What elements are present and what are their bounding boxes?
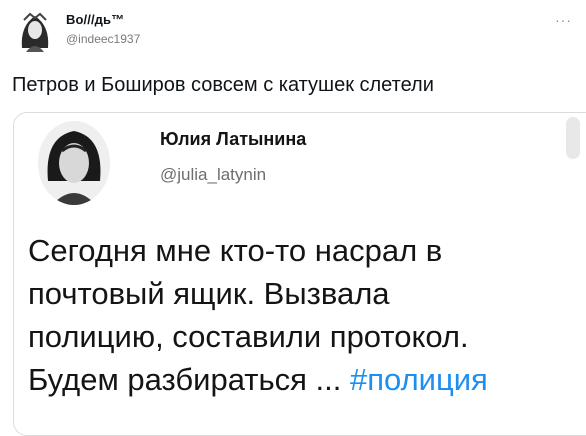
- quoted-text: Сегодня мне кто-то насрал в почтовый ящи…: [28, 229, 488, 401]
- tweet-text: Петров и Боширов совсем с катушек слетел…: [12, 74, 434, 96]
- quoted-line-2: почтовый ящик. Вызвала: [28, 276, 390, 311]
- more-dots-icon[interactable]: ···: [555, 12, 572, 28]
- hashtag-link[interactable]: #полиция: [350, 362, 488, 397]
- author-name[interactable]: Bo///дь™: [66, 12, 124, 27]
- quoted-line-4: Будем разбираться ... #полиция: [28, 358, 488, 401]
- quoted-name[interactable]: Юлия Латынина: [160, 129, 306, 150]
- quoted-line-4-text: Будем разбираться ...: [28, 362, 342, 397]
- author-handle[interactable]: @indeec1937: [66, 32, 140, 46]
- quoted-line-3: полицию, составили протокол.: [28, 319, 469, 354]
- author-avatar[interactable]: [12, 8, 58, 54]
- quoted-line-1: Сегодня мне кто-то насрал в: [28, 233, 443, 268]
- quoted-handle[interactable]: @julia_latynin: [160, 165, 266, 185]
- portrait-icon: [12, 8, 58, 54]
- quoted-avatar[interactable]: [38, 121, 110, 205]
- scroll-indicator[interactable]: [566, 117, 580, 159]
- quoted-tweet-card[interactable]: Юлия Латынина @julia_latynin Сегодня мне…: [13, 112, 586, 436]
- portrait-icon: [38, 121, 110, 205]
